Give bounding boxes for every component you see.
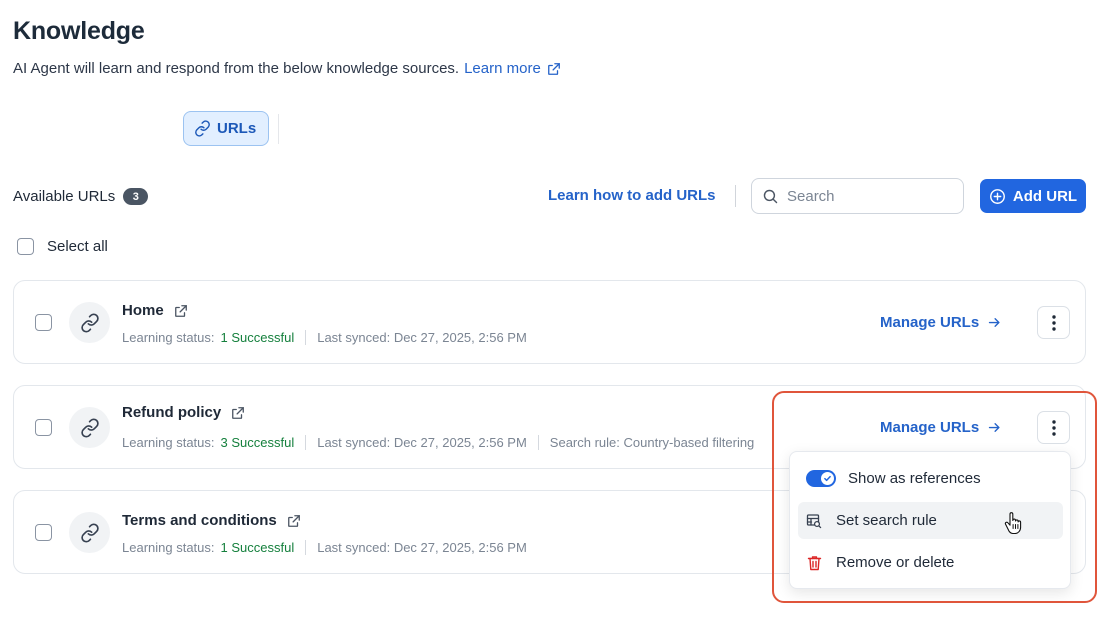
- learn-more-label: Learn more: [464, 60, 541, 77]
- add-url-label: Add URL: [1012, 187, 1078, 205]
- arrow-right-icon: [989, 423, 1000, 432]
- learn-more-link[interactable]: Learn more: [464, 60, 561, 77]
- hand-cursor-icon: [1004, 512, 1022, 534]
- tab-urls[interactable]: URLs: [183, 111, 270, 146]
- search-icon: [763, 189, 778, 203]
- manage-urls-label: Manage URLs: [880, 314, 980, 331]
- item-title: Terms and conditions: [122, 512, 277, 529]
- last-synced: Last synced: Dec 27, 2025, 2:56 PM: [317, 540, 527, 555]
- status-value: 1 Successful: [220, 540, 295, 555]
- set-search-rule-label: Set search rule: [836, 512, 937, 529]
- meta-divider: [305, 330, 307, 345]
- menu-item-remove[interactable]: Remove or delete: [798, 544, 1063, 581]
- status-value: 1 Successful: [220, 330, 295, 345]
- link-avatar: [69, 302, 110, 343]
- status-label: Learning status:: [122, 435, 215, 450]
- search-box[interactable]: [751, 178, 964, 214]
- last-synced: Last synced: Dec 27, 2025, 2:56 PM: [317, 435, 527, 450]
- toolbar-divider: [735, 185, 736, 207]
- learn-how-link[interactable]: Learn how to add URLs: [548, 187, 716, 204]
- search-input[interactable]: [787, 187, 947, 205]
- remove-label: Remove or delete: [836, 554, 955, 571]
- arrow-right-icon: [989, 318, 1000, 327]
- more-options-button[interactable]: [1037, 306, 1070, 339]
- tab-urls-label: URLs: [217, 120, 257, 137]
- table-search-icon: [806, 513, 822, 529]
- manage-urls-label: Manage URLs: [880, 419, 980, 436]
- select-all-label: Select all: [47, 238, 108, 255]
- subtitle-text: AI Agent will learn and respond from the…: [13, 60, 460, 77]
- item-title-row: Refund policy: [122, 404, 245, 421]
- meta-divider: [305, 435, 307, 450]
- external-link-icon[interactable]: [287, 514, 301, 528]
- link-icon: [80, 417, 99, 438]
- item-title: Home: [122, 302, 164, 319]
- kebab-icon: [1051, 314, 1056, 331]
- external-link-icon[interactable]: [174, 304, 188, 318]
- link-avatar: [69, 512, 110, 553]
- select-all-checkbox[interactable]: [17, 238, 34, 255]
- item-meta: Learning status: 3 Successful Last synce…: [122, 435, 774, 450]
- status-label: Learning status:: [122, 540, 215, 555]
- item-checkbox[interactable]: [35, 314, 52, 331]
- link-icon: [195, 120, 210, 137]
- meta-divider: [537, 435, 539, 450]
- item-checkbox[interactable]: [35, 524, 52, 541]
- last-synced: Last synced: Dec 27, 2025, 2:56 PM: [317, 330, 527, 345]
- more-options-button[interactable]: [1037, 411, 1070, 444]
- tab-divider: [278, 113, 280, 144]
- add-url-button[interactable]: Add URL: [980, 179, 1086, 213]
- select-all-row: Select all: [17, 238, 108, 255]
- external-link-icon[interactable]: [231, 406, 245, 420]
- available-urls-heading: Available URLs 3: [13, 188, 149, 205]
- status-value: 3 Successful: [220, 435, 295, 450]
- trash-icon: [806, 555, 822, 571]
- plus-circle-icon: [989, 188, 1005, 204]
- item-meta: Learning status: 1 Successful Last synce…: [122, 540, 527, 555]
- count-badge: 3: [123, 188, 149, 205]
- manage-urls-button[interactable]: Manage URLs: [880, 419, 1002, 436]
- item-title-row: Home: [122, 302, 188, 319]
- item-meta: Learning status: 1 Successful Last synce…: [122, 330, 527, 345]
- link-avatar: [69, 407, 110, 448]
- item-title-row: Terms and conditions: [122, 512, 301, 529]
- check-icon: [824, 475, 831, 482]
- meta-divider: [305, 540, 307, 555]
- available-urls-label: Available URLs: [13, 188, 116, 205]
- menu-item-set-search-rule[interactable]: Set search rule: [798, 502, 1063, 539]
- external-link-icon: [547, 62, 560, 75]
- menu-item-show-references[interactable]: Show as references: [798, 460, 1063, 497]
- link-icon: [80, 312, 99, 333]
- item-title: Refund policy: [122, 404, 222, 421]
- manage-urls-button[interactable]: Manage URLs: [880, 314, 1002, 331]
- item-options-menu: Show as references Set search rule Remov…: [789, 451, 1071, 589]
- source-tabs: URLs: [183, 111, 280, 146]
- show-references-toggle[interactable]: [806, 470, 836, 487]
- kebab-icon: [1051, 419, 1056, 436]
- link-icon: [80, 522, 99, 543]
- show-references-label: Show as references: [848, 470, 981, 487]
- page-subtitle: AI Agent will learn and respond from the…: [13, 60, 561, 77]
- page-title: Knowledge: [13, 17, 145, 45]
- status-label: Learning status:: [122, 330, 215, 345]
- toggle-knob: [821, 472, 834, 485]
- url-card-home: Home Learning status: 1 Successful Last …: [13, 280, 1086, 364]
- item-checkbox[interactable]: [35, 419, 52, 436]
- search-rule: Search rule: Country-based filtering: [549, 435, 755, 450]
